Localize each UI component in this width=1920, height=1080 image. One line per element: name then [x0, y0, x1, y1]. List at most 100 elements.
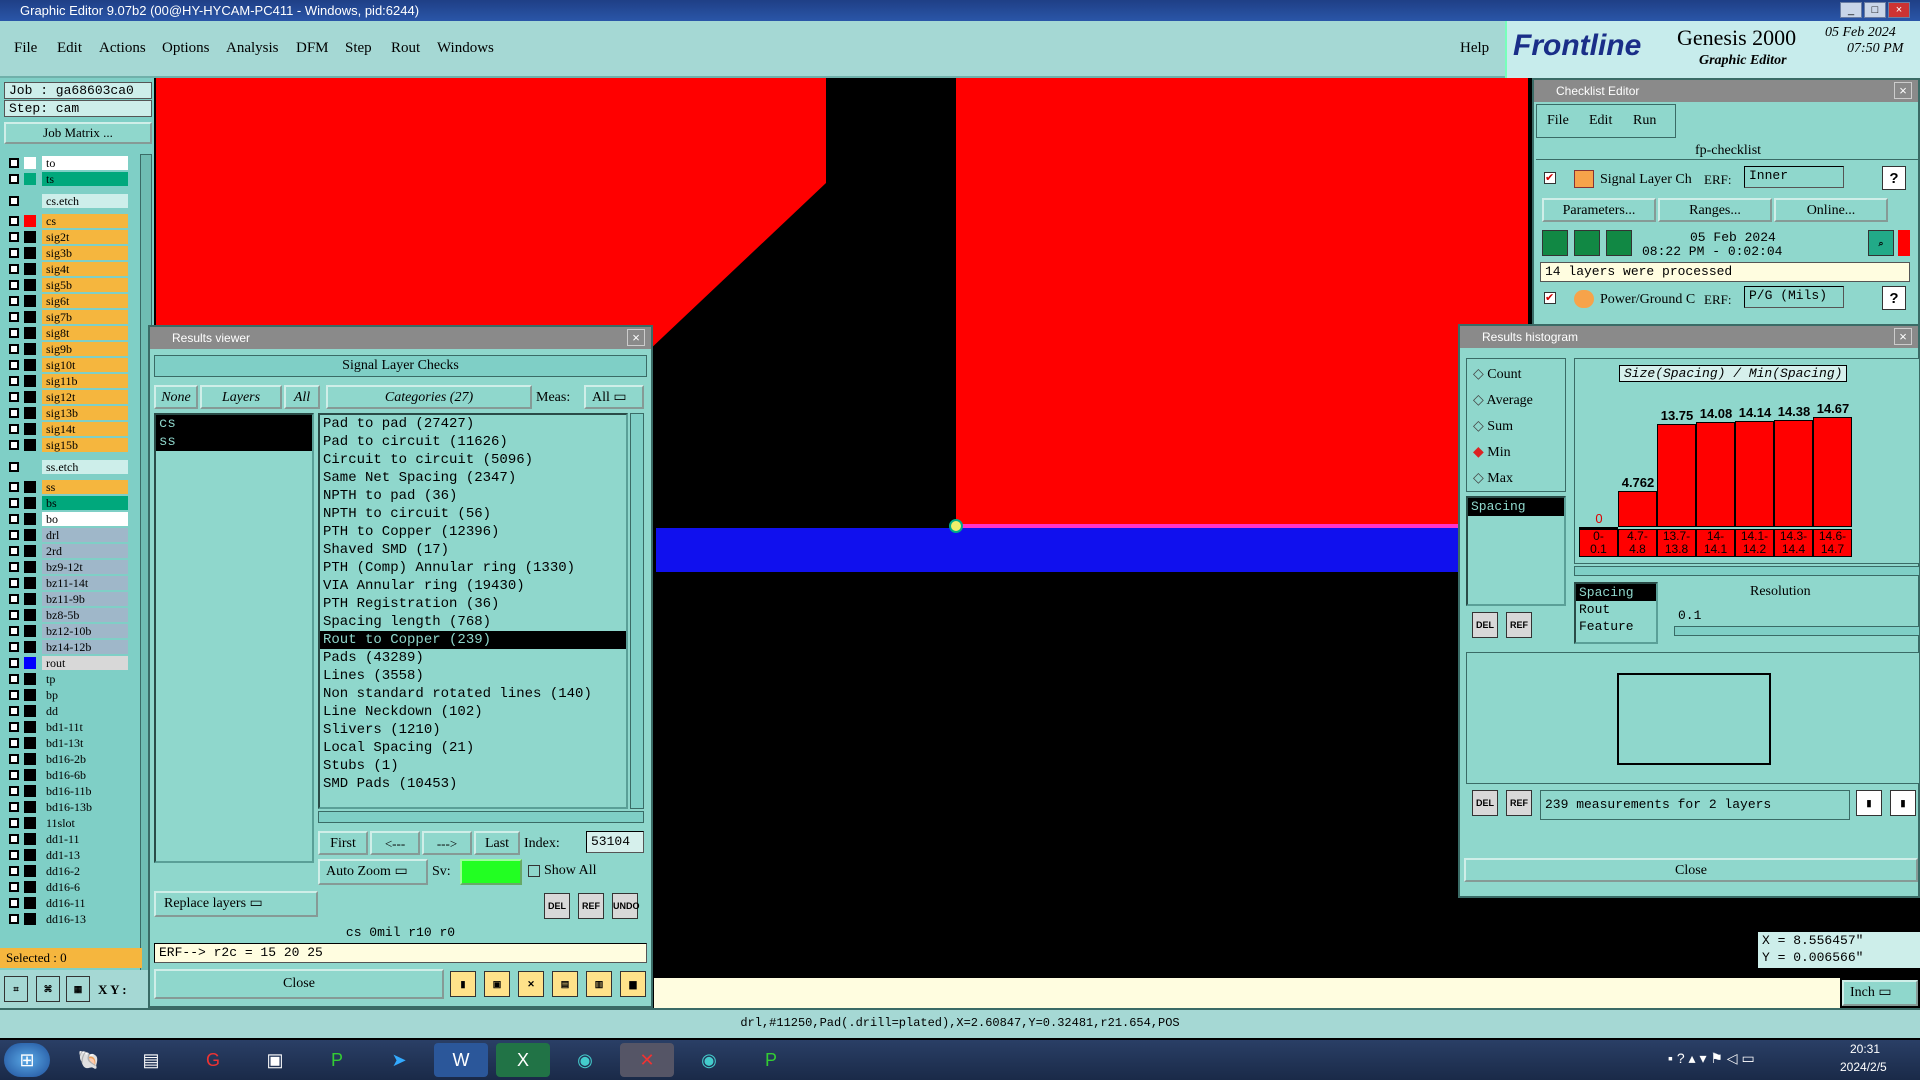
help-icon-2[interactable]: ? [1882, 286, 1906, 310]
layer-checkbox[interactable] [9, 642, 19, 652]
rv-layer-item[interactable]: ss [156, 433, 312, 451]
layer-checkbox[interactable] [9, 866, 19, 876]
categories-button[interactable]: Categories (27) [326, 385, 532, 409]
layer-row-bz14-12b[interactable]: bz14-12b [6, 640, 128, 654]
layer-checkbox[interactable] [9, 626, 19, 636]
layer-checkbox[interactable] [9, 158, 19, 168]
check1-erf-value[interactable]: Inner [1744, 166, 1844, 188]
layer-row-ts[interactable]: ts [6, 172, 128, 186]
histogram-bar[interactable] [1813, 417, 1852, 527]
layer-checkbox[interactable] [9, 530, 19, 540]
layer-row-dd16-6[interactable]: dd16-6 [6, 880, 128, 894]
category-item[interactable]: PTH Registration (36) [320, 595, 626, 613]
layer-checkbox[interactable] [9, 882, 19, 892]
layer-checkbox[interactable] [9, 898, 19, 908]
taskbar-app-5-icon[interactable]: P [310, 1043, 364, 1077]
layer-checkbox[interactable] [9, 610, 19, 620]
layer-checkbox[interactable] [9, 690, 19, 700]
layer-checkbox[interactable] [9, 216, 19, 226]
layer-checkbox[interactable] [9, 498, 19, 508]
category-item[interactable]: NPTH to pad (36) [320, 487, 626, 505]
layer-checkbox[interactable] [9, 786, 19, 796]
histogram-bar[interactable] [1774, 419, 1813, 527]
menu-edit[interactable]: Edit [57, 40, 82, 57]
layer-row-11slot[interactable]: 11slot [6, 816, 128, 830]
help-icon[interactable]: ? [1882, 166, 1906, 190]
category-item[interactable]: Rout [1576, 601, 1656, 618]
layer-checkbox[interactable] [9, 376, 19, 386]
category-item[interactable]: Non standard rotated lines (140) [320, 685, 626, 703]
checklist-menu-run[interactable]: Run [1633, 113, 1656, 129]
layer-checkbox[interactable] [9, 424, 19, 434]
show-all-checkbox[interactable] [528, 865, 540, 877]
check1-checkbox[interactable]: ✔ [1544, 172, 1556, 184]
layer-checkbox[interactable] [9, 562, 19, 572]
histogram-bar[interactable] [1657, 424, 1696, 527]
taskbar-app-6-icon[interactable]: ➤ [372, 1043, 426, 1077]
zoom-icon[interactable]: ⌕ [1868, 230, 1894, 256]
layer-row-2rd[interactable]: 2rd [6, 544, 128, 558]
layer-row-sig8t[interactable]: sig8t [6, 326, 128, 340]
category-item[interactable]: PTH (Comp) Annular ring (1330) [320, 559, 626, 577]
menu-analysis[interactable]: Analysis [226, 40, 279, 57]
hist-option-max[interactable]: ◇ Max [1473, 469, 1513, 489]
layer-checkbox[interactable] [9, 312, 19, 322]
checklist-close-icon[interactable]: × [1894, 82, 1912, 99]
layer-checkbox[interactable] [9, 482, 19, 492]
taskbar-genesis-icon[interactable]: ✕ [620, 1043, 674, 1077]
hist-option-average[interactable]: ◇ Average [1473, 391, 1533, 411]
layer-checkbox[interactable] [9, 196, 19, 206]
layer-row-bz8-5b[interactable]: bz8-5b [6, 608, 128, 622]
taskbar-app-3-icon[interactable]: G [186, 1043, 240, 1077]
hist-del-icon[interactable]: DEL [1472, 612, 1498, 638]
undo-icon[interactable]: UNDO [612, 893, 640, 919]
category-item[interactable]: Same Net Spacing (2347) [320, 469, 626, 487]
layer-checkbox[interactable] [9, 248, 19, 258]
tool-icon-e[interactable]: ▥ [586, 971, 612, 997]
category-item[interactable]: Stubs (1) [320, 757, 626, 775]
meas-select[interactable]: All ▭ [584, 385, 644, 409]
layer-checkbox[interactable] [9, 264, 19, 274]
category-item[interactable]: Local Spacing (21) [320, 739, 626, 757]
category-item[interactable]: Lines (3558) [320, 667, 626, 685]
menu-options[interactable]: Options [162, 40, 210, 57]
tool-icon-b[interactable]: ▣ [484, 971, 510, 997]
layer-row-sig2t[interactable]: sig2t [6, 230, 128, 244]
category-item[interactable]: Pads (43289) [320, 649, 626, 667]
rv-close-button[interactable]: Close [154, 969, 444, 999]
hist-option-sum[interactable]: ◇ Sum [1473, 417, 1513, 437]
layer-row-sig5b[interactable]: sig5b [6, 278, 128, 292]
layer-row-sig12t[interactable]: sig12t [6, 390, 128, 404]
chart-icon-1[interactable]: ▮ [1856, 790, 1882, 816]
layer-row-sig11b[interactable]: sig11b [6, 374, 128, 388]
run-icon-2[interactable] [1574, 230, 1600, 256]
layer-checkbox[interactable] [9, 514, 19, 524]
layer-row-dd1-11[interactable]: dd1-11 [6, 832, 128, 846]
layer-row-bz11-9b[interactable]: bz11-9b [6, 592, 128, 606]
run-icon-1[interactable] [1542, 230, 1568, 256]
layer-checkbox[interactable] [9, 770, 19, 780]
menu-actions[interactable]: Actions [99, 40, 146, 57]
sv-color-select[interactable] [460, 859, 522, 885]
chart-scrollbar[interactable] [1574, 566, 1920, 576]
layer-checkbox[interactable] [9, 232, 19, 242]
layer-row-sig15b[interactable]: sig15b [6, 438, 128, 452]
layer-row-drl[interactable]: drl [6, 528, 128, 542]
layer-row-dd[interactable]: dd [6, 704, 128, 718]
layer-row-dd16-11[interactable]: dd16-11 [6, 896, 128, 910]
layer-checkbox[interactable] [9, 706, 19, 716]
layer-checkbox[interactable] [9, 408, 19, 418]
layer-row-sig4t[interactable]: sig4t [6, 262, 128, 276]
tool-icon-1[interactable]: ⌗ [4, 976, 28, 1002]
layer-row-rout[interactable]: rout [6, 656, 128, 670]
layer-row-dd16-2[interactable]: dd16-2 [6, 864, 128, 878]
category-item[interactable]: Spacing [1576, 584, 1656, 601]
resolution-slider[interactable] [1674, 626, 1920, 636]
check2-erf-value[interactable]: P/G (Mils) [1744, 286, 1844, 308]
tool-icon-2[interactable]: ⌘ [36, 976, 60, 1002]
layer-checkbox[interactable] [9, 546, 19, 556]
menu-file[interactable]: File [14, 40, 37, 57]
histogram-close-button[interactable]: Close [1464, 858, 1918, 882]
category-item[interactable]: Shaved SMD (17) [320, 541, 626, 559]
layer-checkbox[interactable] [9, 594, 19, 604]
